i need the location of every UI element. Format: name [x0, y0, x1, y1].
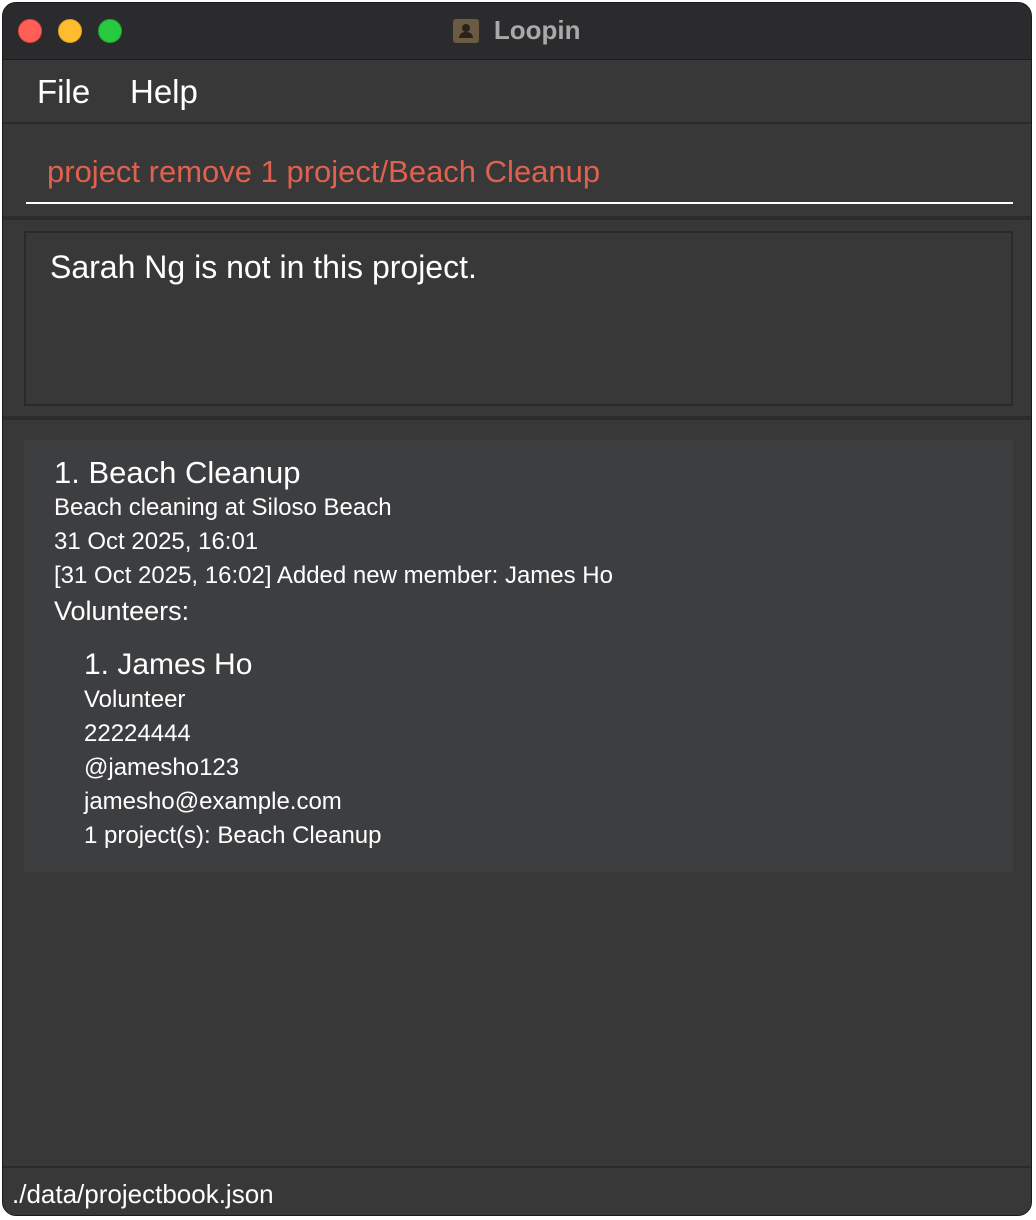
window-title: Loopin — [493, 15, 581, 45]
command-area — [3, 124, 1031, 220]
status-bar: ./data/projectbook.json — [3, 1166, 1031, 1215]
project-activity-log: [31 Oct 2025, 16:02] Added new member: J… — [54, 562, 613, 589]
title-bar[interactable]: Loopin — [3, 3, 1031, 60]
contact-book-icon — [453, 18, 480, 43]
project-description: Beach cleaning at Siloso Beach — [54, 494, 392, 521]
member-handle: @jamesho123 — [84, 754, 240, 781]
result-message: Sarah Ng is not in this project. — [50, 249, 477, 285]
window-title-group: Loopin — [3, 15, 1031, 47]
project-card[interactable]: 1. Beach Cleanup Beach cleaning at Silos… — [24, 440, 1013, 872]
app-window: Loopin File Help Sarah Ng is not in this… — [2, 2, 1032, 1216]
member-projects: 1 project(s): Beach Cleanup — [84, 822, 382, 849]
menu-help[interactable]: Help — [130, 72, 198, 112]
member-email: jamesho@example.com — [84, 788, 342, 815]
member-role: Volunteer — [84, 686, 186, 713]
project-list[interactable]: 1. Beach Cleanup Beach cleaning at Silos… — [3, 420, 1031, 1166]
command-input[interactable] — [26, 142, 1013, 204]
member-name: 1. James Ho — [84, 648, 253, 681]
data-file-path: ./data/projectbook.json — [12, 1179, 274, 1209]
member-phone: 22224444 — [84, 720, 191, 747]
volunteers-label: Volunteers: — [54, 596, 190, 626]
project-datetime: 31 Oct 2025, 16:01 — [54, 528, 259, 555]
project-title: 1. Beach Cleanup — [54, 455, 301, 490]
result-display: Sarah Ng is not in this project. — [24, 231, 1013, 406]
menu-file[interactable]: File — [37, 72, 90, 112]
menu-bar: File Help — [3, 60, 1031, 124]
